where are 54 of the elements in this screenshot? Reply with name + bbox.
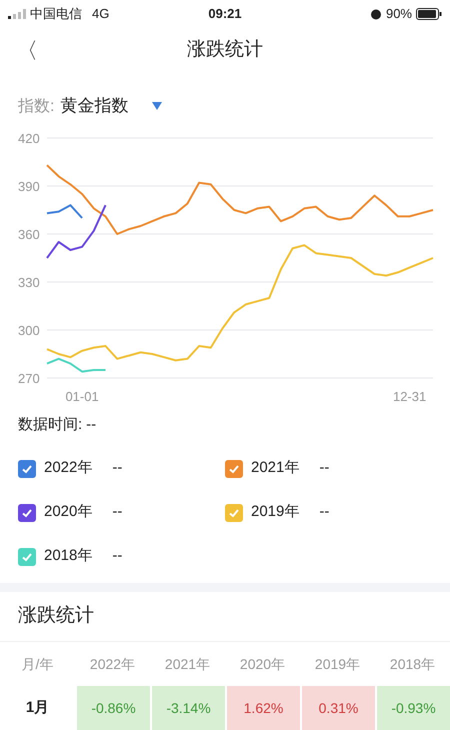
legend-label: 2021年 bbox=[251, 458, 300, 478]
change-cell: -0.86% bbox=[75, 686, 150, 730]
column-header: 2022年 bbox=[88, 654, 136, 674]
battery-icon bbox=[416, 8, 442, 20]
battery-percent: 90% bbox=[386, 4, 412, 23]
legend-value: -- bbox=[319, 502, 330, 522]
change-cell: 1.62% bbox=[225, 686, 300, 730]
back-button[interactable]: 〈 bbox=[16, 34, 38, 68]
y-tick-label: 360 bbox=[18, 226, 40, 242]
y-tick-label: 420 bbox=[18, 130, 40, 146]
column-header: 月/年 bbox=[20, 654, 54, 674]
x-tick-label: 01-01 bbox=[65, 388, 99, 404]
dropdown-caret-icon bbox=[152, 102, 162, 110]
check-icon bbox=[21, 462, 33, 475]
check-icon bbox=[228, 506, 240, 519]
network-type: 4G bbox=[92, 4, 110, 23]
checked-checkbox[interactable] bbox=[18, 460, 36, 478]
check-icon bbox=[21, 506, 33, 519]
change-cell: -0.93% bbox=[375, 686, 450, 730]
legend-label: 2022年 bbox=[44, 458, 92, 478]
legend-label: 2018年 bbox=[44, 546, 92, 566]
checked-checkbox[interactable] bbox=[225, 460, 243, 478]
change-cell: -3.14% bbox=[150, 686, 225, 730]
legend-value: -- bbox=[112, 546, 122, 566]
legend-value: -- bbox=[112, 502, 122, 522]
legend-label: 2020年 bbox=[44, 502, 92, 522]
section-title: 涨跌统计 bbox=[18, 604, 94, 628]
signal-icon bbox=[8, 8, 26, 19]
y-tick-label: 390 bbox=[18, 178, 40, 194]
column-header: 2020年 bbox=[238, 654, 286, 674]
change-cell: 0.31% bbox=[300, 686, 375, 730]
y-tick-label: 330 bbox=[18, 274, 40, 290]
status-time: 09:21 bbox=[208, 4, 242, 23]
y-tick-label: 300 bbox=[18, 322, 40, 338]
legend-value: -- bbox=[319, 458, 330, 478]
legend-label: 2019年 bbox=[251, 502, 300, 522]
index-dropdown[interactable]: 黄金指数 bbox=[60, 93, 162, 119]
column-header: 2018年 bbox=[388, 654, 436, 674]
checked-checkbox[interactable] bbox=[18, 504, 36, 522]
selector-label: 指数: bbox=[18, 96, 54, 117]
page-title: 涨跌统计 bbox=[187, 38, 263, 62]
x-tick-label: 12-31 bbox=[392, 388, 426, 404]
carrier-name: 中国电信 bbox=[30, 4, 82, 23]
column-header: 2019年 bbox=[314, 654, 362, 674]
month-cell-text: 1月 bbox=[24, 698, 50, 718]
column-header: 2021年 bbox=[164, 654, 212, 674]
data-time-value: -- bbox=[86, 414, 96, 435]
checked-checkbox[interactable] bbox=[18, 548, 36, 566]
check-icon bbox=[21, 550, 33, 563]
data-time-label: 数据时间: bbox=[18, 414, 82, 435]
check-icon bbox=[228, 462, 240, 475]
legend-value: -- bbox=[112, 458, 122, 478]
checked-checkbox[interactable] bbox=[225, 504, 243, 522]
y-tick-label: 270 bbox=[18, 370, 40, 386]
